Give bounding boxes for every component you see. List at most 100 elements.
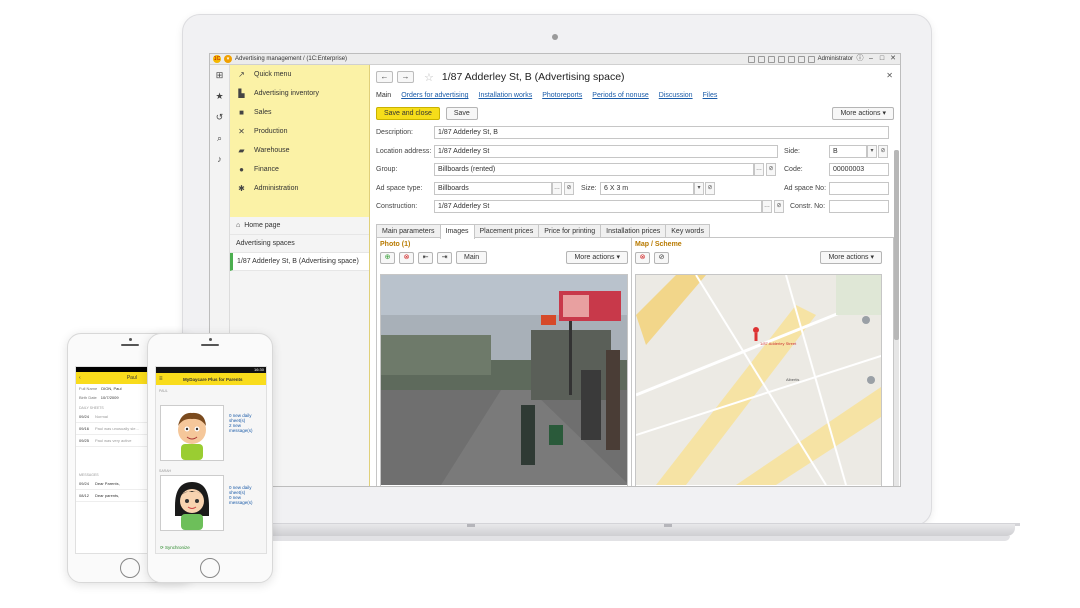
tab-images[interactable]: Images — [439, 223, 475, 239]
row-ad-space-type: Ad space type: Billboards … ⊘ Size: 6 X … — [376, 181, 894, 200]
minimize-button[interactable]: – — [867, 55, 875, 63]
laptop-screen: 1C ▾ Advertising management / (1C:Enterp… — [209, 53, 901, 487]
forward-button[interactable]: → — [397, 71, 414, 83]
chevron-down-icon[interactable]: ▾ — [867, 144, 877, 158]
select-ellipsis-icon[interactable]: … — [762, 200, 772, 213]
open-link-icon[interactable]: ⊘ — [878, 144, 888, 158]
location-map[interactable]: 1/87 Adderley Street Albertis — [635, 273, 882, 486]
save-and-close-button[interactable]: Save and close — [376, 107, 440, 120]
avatar[interactable] — [160, 405, 224, 461]
open-link-icon[interactable]: ⊘ — [564, 181, 574, 195]
maximize-button[interactable]: □ — [878, 55, 886, 63]
side-select[interactable]: B — [829, 144, 867, 158]
kid-notifications-link[interactable]: 0 new daily sheet(s) 2 new message(s) — [229, 413, 253, 433]
open-link-icon[interactable]: ⊘ — [766, 163, 776, 176]
section-finance[interactable]: ● Finance — [230, 160, 369, 179]
message-date: 09/24 — [79, 481, 90, 486]
more-actions-button[interactable]: More actions ▾ — [832, 107, 894, 120]
map-more-actions-button[interactable]: More actions ▾ — [820, 251, 882, 264]
save-button[interactable]: Save — [445, 107, 478, 120]
tab-key-words[interactable]: Key words — [665, 223, 710, 237]
favorite-star-icon[interactable]: ☆ — [424, 71, 434, 84]
tab-price-for-printing[interactable]: Price for printing — [538, 223, 602, 237]
nav-home-label: Home page — [244, 222, 281, 229]
description-field[interactable]: 1/87 Adderley St, B — [434, 126, 889, 139]
user-name[interactable]: Administrator — [818, 56, 853, 62]
calendar-icon[interactable] — [797, 55, 805, 63]
chevron-down-icon[interactable]: ▾ — [694, 181, 704, 195]
zoom-icon[interactable] — [807, 55, 815, 63]
group-field[interactable]: Billboards (rented) — [434, 163, 754, 176]
location-field[interactable]: 1/87 Adderley St — [434, 144, 778, 158]
ad-space-type-field[interactable]: Billboards — [434, 181, 552, 195]
app-logo-icon[interactable]: 1C — [213, 55, 221, 63]
favorites-star-icon[interactable]: ★ — [214, 90, 226, 102]
info-icon[interactable]: ⓘ — [856, 55, 864, 63]
kid-notifications-link[interactable]: 0 new daily sheet(s) 0 new message(s) — [229, 485, 253, 505]
phone-front-screen: 16:30 ≡ MyDaycare Plus for Parents PAUL … — [155, 366, 267, 554]
coin-icon: ● — [239, 165, 244, 174]
delete-photo-icon[interactable]: ⊗ — [399, 251, 414, 264]
section-warehouse[interactable]: ▰ Warehouse — [230, 141, 369, 160]
row-construction: Construction: 1/87 Adderley St … ⊘ Const… — [376, 199, 894, 218]
section-advertising-inventory[interactable]: ▙ Advertising inventory — [230, 84, 369, 103]
laptop-notch — [664, 524, 672, 527]
set-main-button[interactable]: Main — [456, 251, 488, 264]
link-files[interactable]: Files — [703, 92, 718, 99]
photo-more-actions-button[interactable]: More actions ▾ — [566, 251, 628, 264]
link-discussion[interactable]: Discussion — [659, 92, 693, 99]
calculator-icon[interactable] — [787, 55, 795, 63]
history-icon[interactable]: ↺ — [214, 111, 226, 123]
section-quick-menu[interactable]: ↗ Quick menu — [230, 65, 369, 84]
size-select[interactable]: 6 X 3 m — [600, 181, 694, 195]
ad-space-no-field[interactable] — [829, 181, 889, 195]
export-icon[interactable]: ⇥ — [437, 251, 452, 264]
nav-advertising-spaces[interactable]: Advertising spaces — [230, 235, 369, 253]
link-orders-for-advertising[interactable]: Orders for advertising — [401, 92, 468, 99]
select-ellipsis-icon[interactable]: … — [754, 163, 764, 176]
main-menu-icon[interactable]: ▾ — [224, 55, 232, 63]
select-ellipsis-icon[interactable]: … — [552, 181, 562, 195]
tab-placement-prices[interactable]: Placement prices — [473, 223, 540, 237]
link-photoreports[interactable]: Photoreports — [542, 92, 582, 99]
constr-no-field[interactable] — [829, 200, 889, 213]
section-administration[interactable]: ✱ Administration — [230, 179, 369, 198]
construction-field[interactable]: 1/87 Adderley St — [434, 200, 762, 213]
notifications-bell-icon[interactable]: ♪ — [214, 153, 226, 165]
nav-current-form[interactable]: 1/87 Adderley St, B (Advertising space) — [230, 253, 369, 271]
link-periods-of-nonuse[interactable]: Periods of nonuse — [592, 92, 648, 99]
section-sales[interactable]: ■ Sales — [230, 103, 369, 122]
add-photo-icon[interactable]: ⊕ — [380, 251, 395, 264]
link-icon[interactable]: ⊘ — [654, 251, 669, 264]
print-icon[interactable] — [757, 55, 765, 63]
code-field[interactable]: 00000003 — [829, 163, 889, 176]
synchronize-label: Synchronize — [165, 545, 190, 550]
history-icon[interactable] — [777, 55, 785, 63]
form-scrollbar-thumb[interactable] — [894, 150, 899, 340]
open-link-icon[interactable]: ⊘ — [705, 181, 715, 195]
phone-home-button[interactable] — [200, 558, 220, 578]
tab-main-parameters[interactable]: Main parameters — [376, 223, 441, 237]
section-production[interactable]: ✕ Production — [230, 122, 369, 141]
grid-icon[interactable] — [747, 55, 755, 63]
search-icon[interactable] — [767, 55, 775, 63]
synchronize-button[interactable]: ⟳ Synchronize — [160, 545, 190, 551]
nav-home-page[interactable]: ⌂ Home page — [230, 217, 369, 235]
search-icon[interactable]: ⌕ — [214, 132, 226, 144]
phone-home-button[interactable] — [120, 558, 140, 578]
delete-map-icon[interactable]: ⊗ — [635, 251, 650, 264]
back-button[interactable]: ← — [376, 71, 393, 83]
import-icon[interactable]: ⇤ — [418, 251, 433, 264]
link-installation-works[interactable]: Installation works — [479, 92, 533, 99]
close-form-button[interactable]: ✕ — [886, 71, 893, 80]
photo-title: Photo (1) — [380, 240, 411, 248]
tab-installation-prices[interactable]: Installation prices — [600, 223, 667, 237]
location-label: Location address: — [376, 147, 432, 155]
avatar[interactable] — [160, 475, 224, 531]
open-link-icon[interactable]: ⊘ — [774, 200, 784, 213]
link-main[interactable]: Main — [376, 92, 391, 99]
close-window-button[interactable]: ✕ — [889, 55, 897, 63]
section-label: Warehouse — [254, 147, 290, 154]
billboard-photo[interactable] — [380, 273, 628, 486]
sections-grid-icon[interactable]: ⊞ — [214, 69, 226, 81]
